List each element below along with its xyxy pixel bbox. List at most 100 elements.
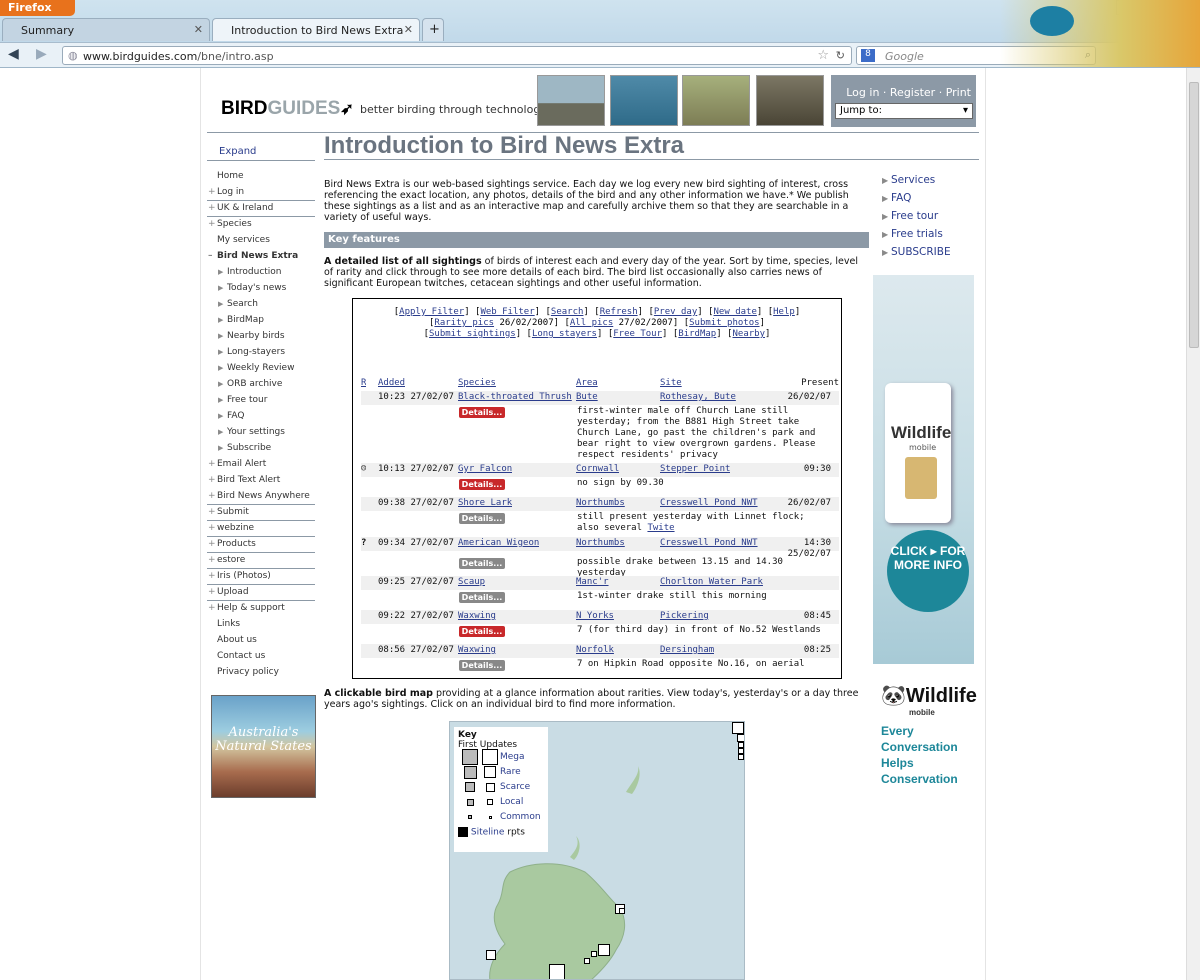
- wwf-mobile-ad[interactable]: Wildlife mobile CLICK ▸ FOR MORE INFO: [873, 275, 974, 664]
- map-key-level-link[interactable]: Scarce: [500, 782, 530, 792]
- species-link[interactable]: American Wigeon: [458, 538, 539, 548]
- back-icon[interactable]: ◀: [8, 46, 19, 62]
- left-nav-item[interactable]: + Submit: [207, 505, 315, 521]
- left-nav-item[interactable]: + webzine: [207, 521, 315, 537]
- species-link[interactable]: Shore Lark: [458, 498, 512, 508]
- google-icon[interactable]: 8: [861, 49, 875, 62]
- tab-bne-intro[interactable]: Introduction to Bird News Extra ✕: [212, 18, 420, 41]
- expand-link[interactable]: Expand: [207, 138, 315, 161]
- toolbar-link[interactable]: Apply Filter: [399, 307, 464, 317]
- toolbar-link[interactable]: Free Tour: [613, 329, 662, 339]
- scrollbar-thumb[interactable]: [1189, 82, 1199, 348]
- left-nav-item[interactable]: About us: [207, 633, 315, 649]
- left-nav-item[interactable]: ▶ Search: [207, 297, 315, 313]
- toolbar-link[interactable]: BirdMap: [678, 329, 716, 339]
- left-nav-item[interactable]: ▶ ORB archive: [207, 377, 315, 393]
- forward-icon[interactable]: ▶: [36, 46, 47, 62]
- reload-icon[interactable]: ↻: [836, 49, 845, 62]
- new-tab-button[interactable]: +: [422, 18, 444, 41]
- left-nav-item[interactable]: My services: [207, 233, 315, 249]
- left-nav-item[interactable]: + Species: [207, 217, 315, 233]
- left-nav-item[interactable]: Links: [207, 617, 315, 633]
- left-nav-item[interactable]: + estore: [207, 553, 315, 569]
- site-link[interactable]: Pickering: [660, 611, 709, 621]
- bird-map[interactable]: Key First Updates Mega Rare Scarce Local Com…: [449, 721, 745, 980]
- site-link[interactable]: Cresswell Pond NWT: [660, 538, 758, 548]
- species-link[interactable]: Scaup: [458, 577, 485, 587]
- toolbar-link[interactable]: Prev day: [654, 307, 697, 317]
- toolbar-link[interactable]: Help: [773, 307, 795, 317]
- australia-ad-banner[interactable]: Australia's Natural States: [211, 695, 316, 798]
- left-nav-item[interactable]: + UK & Ireland: [207, 201, 315, 217]
- left-nav-item[interactable]: ▶ FAQ: [207, 409, 315, 425]
- toolbar-link[interactable]: Refresh: [600, 307, 638, 317]
- map-marker[interactable]: [738, 754, 744, 760]
- species-link[interactable]: Gyr Falcon: [458, 464, 512, 474]
- left-nav-item[interactable]: ▶ Long-stayers: [207, 345, 315, 361]
- left-nav-item[interactable]: + Help & support: [207, 601, 315, 617]
- left-nav-item[interactable]: + Bird Text Alert: [207, 473, 315, 489]
- left-nav-item[interactable]: ▶ Today's news: [207, 281, 315, 297]
- close-tab-icon[interactable]: ✕: [404, 23, 413, 36]
- site-link[interactable]: Chorlton Water Park: [660, 577, 763, 587]
- map-marker[interactable]: [737, 734, 744, 742]
- left-nav-item[interactable]: ▶ Weekly Review: [207, 361, 315, 377]
- site-link[interactable]: Stepper Point: [660, 464, 730, 474]
- firefox-menu-button[interactable]: Firefox: [0, 0, 75, 16]
- right-nav-item[interactable]: ▶ Services: [881, 174, 981, 192]
- left-nav-item[interactable]: + Email Alert: [207, 457, 315, 473]
- right-nav-item[interactable]: ▶ Free trials: [881, 228, 981, 246]
- species-link[interactable]: Black-throated Thrush: [458, 392, 572, 402]
- col-header-r[interactable]: R: [361, 378, 366, 388]
- area-link[interactable]: Northumbs: [576, 498, 625, 508]
- close-tab-icon[interactable]: ✕: [194, 23, 203, 36]
- species-link[interactable]: Waxwing: [458, 645, 496, 655]
- details-button[interactable]: Details...: [459, 479, 505, 490]
- left-nav-item[interactable]: + Bird News Anywhere: [207, 489, 315, 505]
- address-bar[interactable]: ◍ www.birdguides.com/bne/intro.asp ☆ ↻: [62, 46, 852, 65]
- vertical-scrollbar[interactable]: [1186, 68, 1200, 980]
- map-marker[interactable]: [598, 944, 610, 956]
- click-for-more-info-button[interactable]: CLICK ▸ FOR MORE INFO: [887, 530, 969, 612]
- right-nav-item[interactable]: ▶ Free tour: [881, 210, 981, 228]
- jump-to-select[interactable]: Jump to: ▾: [835, 103, 973, 119]
- map-marker[interactable]: [486, 950, 496, 960]
- left-nav-item[interactable]: + Iris (Photos): [207, 569, 315, 585]
- area-link[interactable]: N Yorks: [576, 611, 614, 621]
- col-header-species[interactable]: Species: [458, 378, 496, 388]
- left-nav-item[interactable]: – Bird News Extra: [207, 249, 315, 265]
- left-nav-item[interactable]: Privacy policy: [207, 665, 315, 681]
- details-button[interactable]: Details...: [459, 660, 505, 671]
- map-key-level-link[interactable]: Mega: [500, 752, 525, 762]
- map-key-level-link[interactable]: Rare: [500, 767, 521, 777]
- map-key-level-link[interactable]: Common: [500, 812, 541, 822]
- details-button[interactable]: Details...: [459, 407, 505, 418]
- map-marker[interactable]: [619, 908, 625, 914]
- bookmark-star-icon[interactable]: ☆: [817, 48, 829, 63]
- left-nav-item[interactable]: Home: [207, 169, 315, 185]
- left-nav-item[interactable]: ▶ Introduction: [207, 265, 315, 281]
- map-marker[interactable]: [732, 722, 744, 734]
- submit-photos-link[interactable]: Submit photos: [689, 318, 759, 328]
- toolbar-link[interactable]: New date: [714, 307, 757, 317]
- site-link[interactable]: Cresswell Pond NWT: [660, 498, 758, 508]
- toolbar-link[interactable]: Web Filter: [480, 307, 534, 317]
- right-nav-item[interactable]: ▶ FAQ: [881, 192, 981, 210]
- right-nav-item[interactable]: ▶ SUBSCRIBE: [881, 246, 981, 264]
- left-nav-item[interactable]: ▶ BirdMap: [207, 313, 315, 329]
- species-link[interactable]: Waxwing: [458, 611, 496, 621]
- left-nav-item[interactable]: ▶ Free tour: [207, 393, 315, 409]
- area-link[interactable]: Manc'r: [576, 577, 609, 587]
- left-nav-item[interactable]: ▶ Your settings: [207, 425, 315, 441]
- toolbar-link[interactable]: Nearby: [733, 329, 766, 339]
- all-pics-link[interactable]: All pics: [570, 318, 613, 328]
- toolbar-link[interactable]: Search: [551, 307, 584, 317]
- map-marker[interactable]: [584, 958, 590, 964]
- col-header-site[interactable]: Site: [660, 378, 682, 388]
- area-link[interactable]: Cornwall: [576, 464, 619, 474]
- map-marker[interactable]: [549, 964, 565, 979]
- map-key-level-link[interactable]: Local: [500, 797, 523, 807]
- col-header-area[interactable]: Area: [576, 378, 598, 388]
- area-link[interactable]: Northumbs: [576, 538, 625, 548]
- left-nav-item[interactable]: ▶ Subscribe: [207, 441, 315, 457]
